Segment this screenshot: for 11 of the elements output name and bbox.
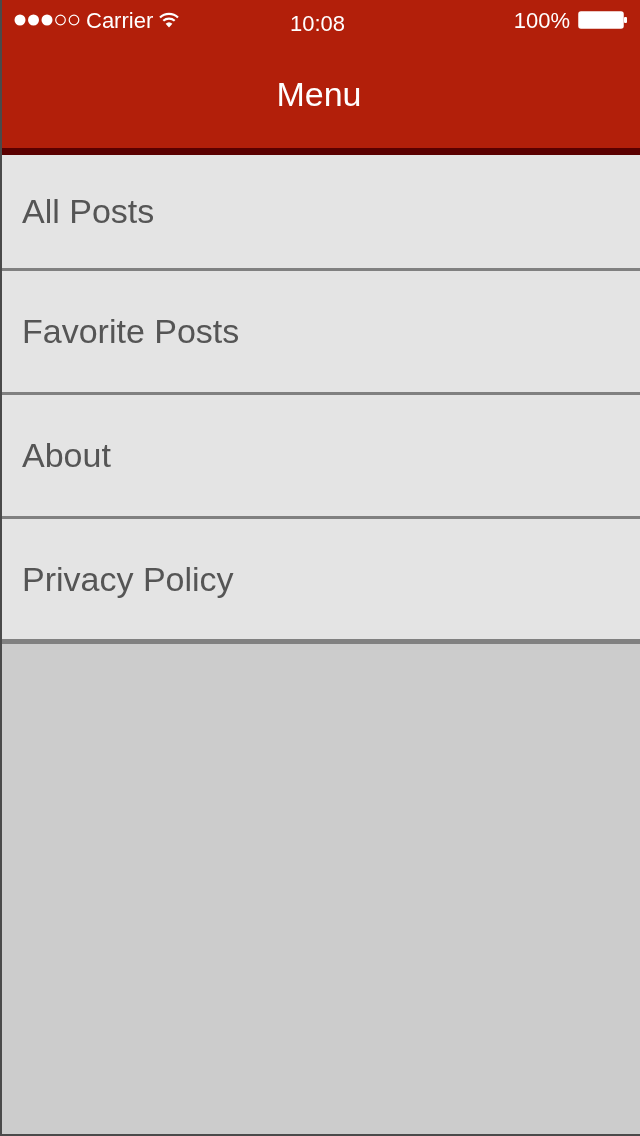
menu-item[interactable]: All Posts — [2, 155, 640, 271]
menu-item[interactable]: Privacy Policy — [2, 519, 640, 644]
menu-item[interactable]: About — [2, 395, 640, 519]
nav-title: Menu — [276, 73, 362, 115]
carrier-name: Carrier — [86, 6, 154, 35]
signal-strength-icon — [14, 14, 80, 26]
menu-item[interactable]: Favorite Posts — [2, 271, 640, 395]
status-time: 10:08 — [290, 10, 346, 38]
battery-percentage: 100% — [513, 6, 570, 35]
wifi-icon — [159, 12, 180, 28]
battery-icon — [578, 11, 628, 29]
